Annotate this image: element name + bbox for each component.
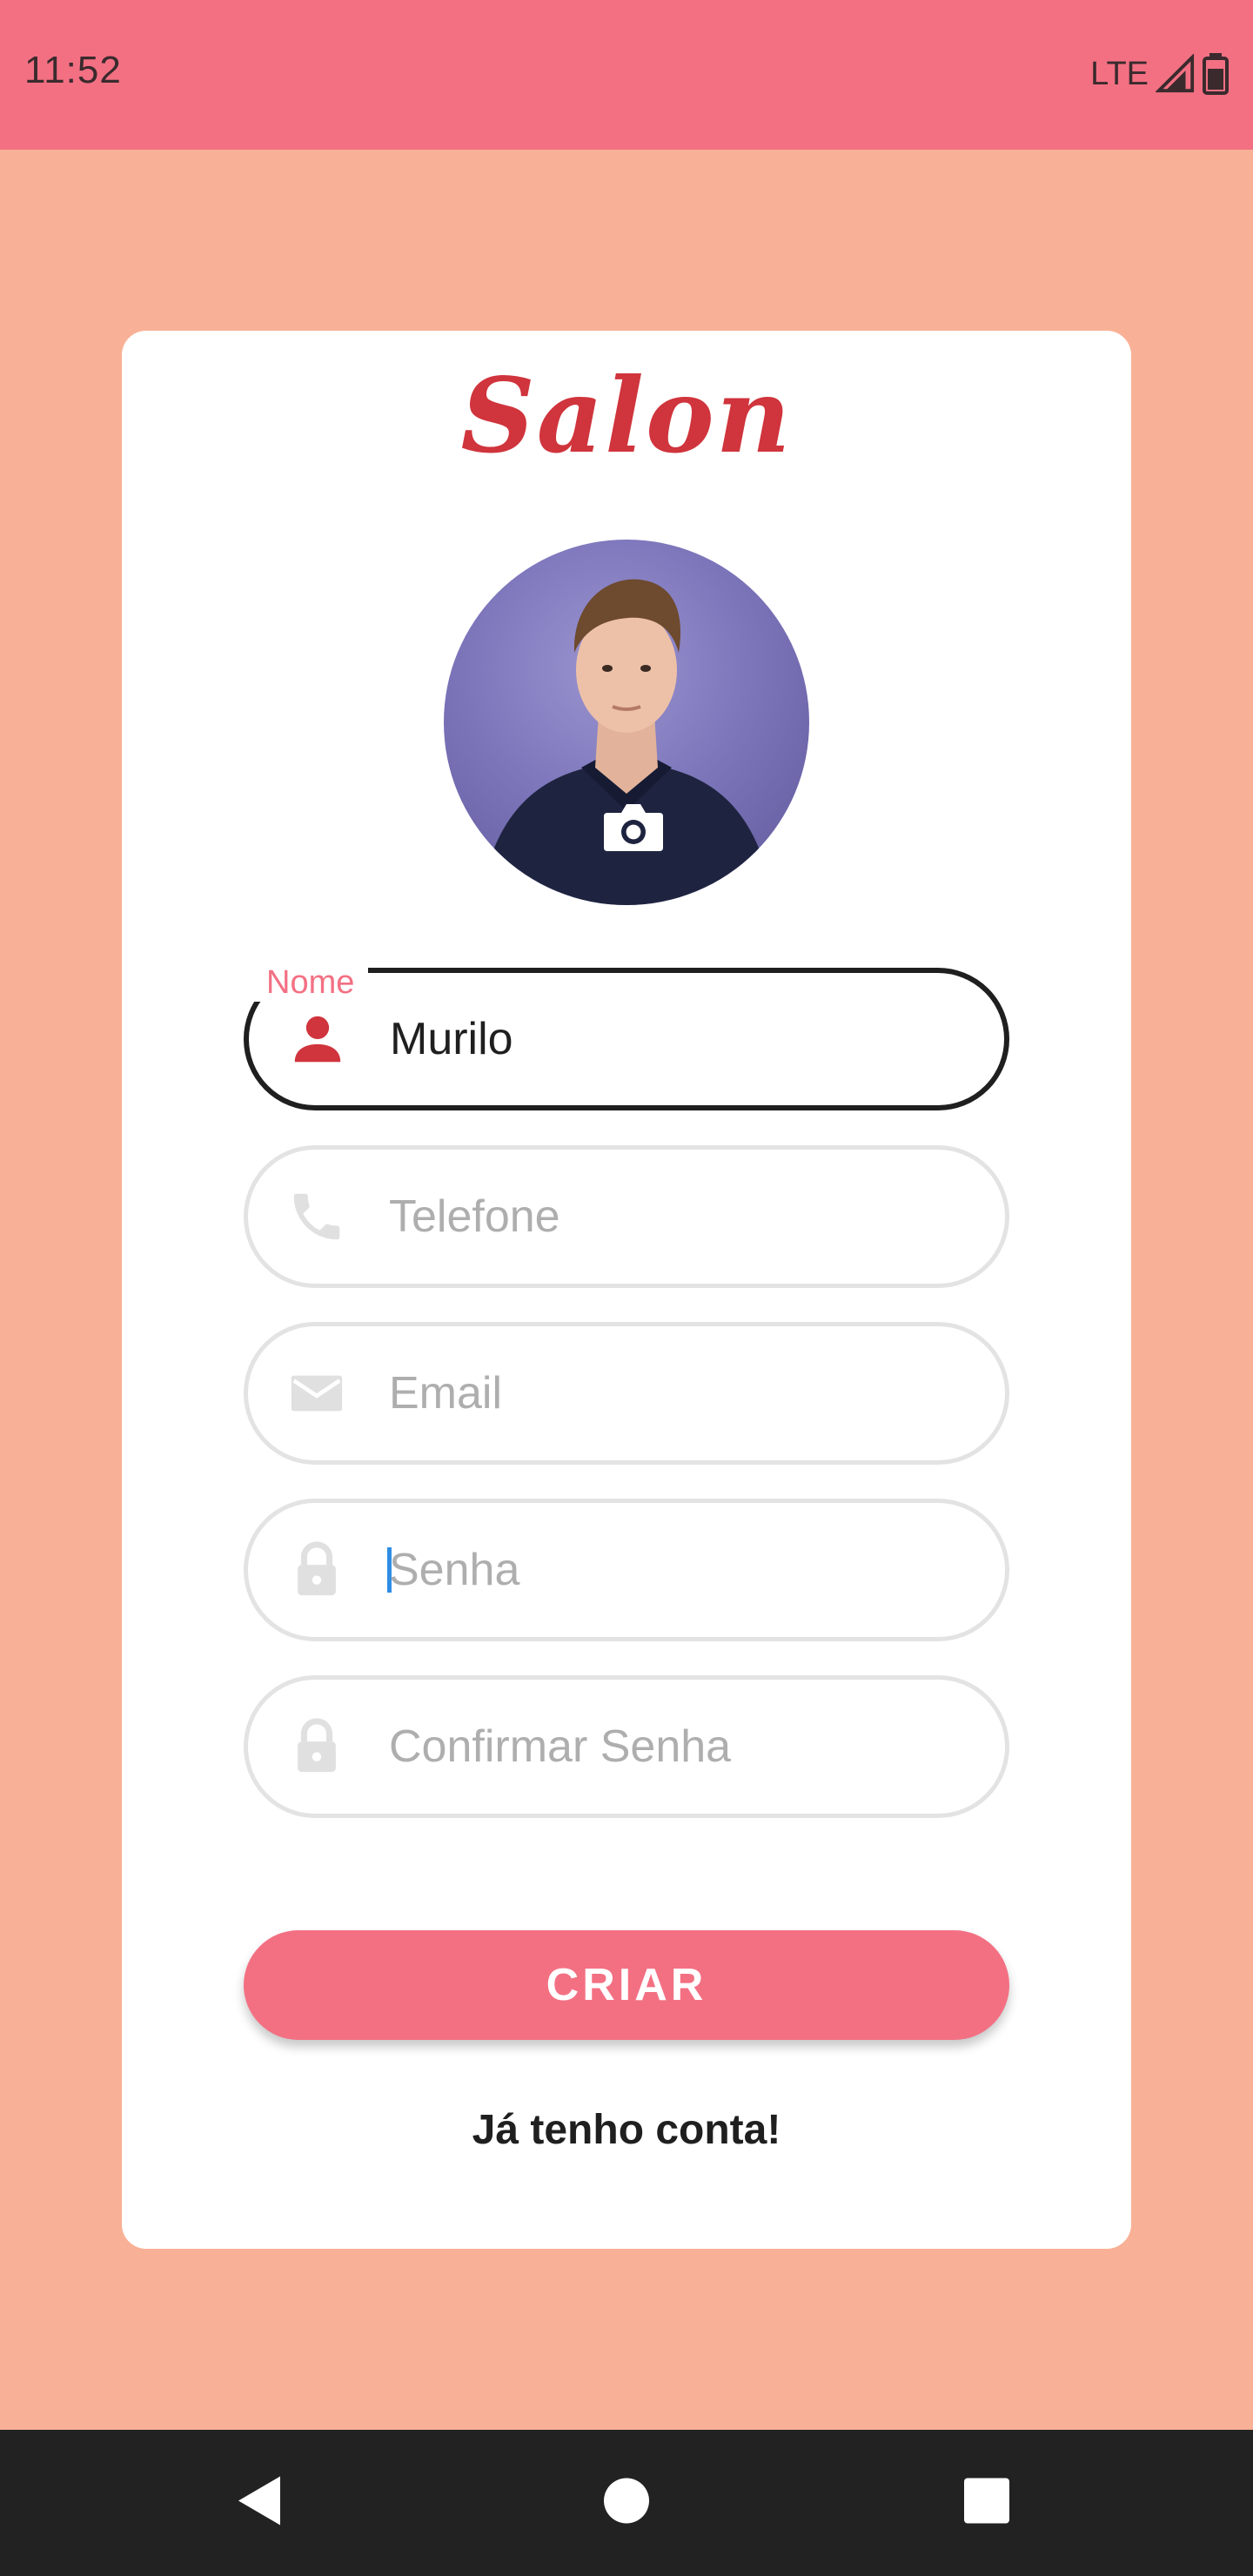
- status-bar: 11:52 LTE: [0, 0, 1253, 150]
- phone-placeholder: Telefone: [389, 1191, 560, 1242]
- name-field-label: Nome: [252, 964, 369, 1002]
- back-icon[interactable]: [235, 2475, 284, 2532]
- home-icon[interactable]: [602, 2477, 651, 2530]
- system-nav-bar: [0, 2430, 1253, 2576]
- status-time: 11:52: [24, 49, 122, 91]
- password-field[interactable]: Senha: [244, 1499, 1009, 1641]
- person-icon: [287, 1009, 348, 1070]
- lock-icon: [286, 1540, 347, 1600]
- recents-icon[interactable]: [964, 2478, 1009, 2528]
- brand-logo: Salon: [460, 355, 793, 476]
- email-placeholder: Email: [389, 1368, 503, 1419]
- signal-icon: [1156, 54, 1196, 94]
- phone-icon: [286, 1186, 347, 1247]
- battery-icon: [1203, 53, 1229, 95]
- phone-field[interactable]: Telefone: [244, 1145, 1009, 1288]
- confirm-password-field[interactable]: Confirmar Senha: [244, 1675, 1009, 1818]
- lock-icon: [286, 1716, 347, 1777]
- login-link[interactable]: Já tenho conta!: [122, 2106, 1131, 2154]
- password-placeholder: Senha: [389, 1545, 520, 1595]
- name-value: Murilo: [390, 1014, 513, 1064]
- status-indicators: LTE: [1090, 52, 1229, 96]
- create-account-button[interactable]: CRIAR: [244, 1930, 1009, 2040]
- confirm-password-placeholder: Confirmar Senha: [389, 1721, 732, 1772]
- mail-icon: [286, 1363, 347, 1424]
- camera-icon[interactable]: [602, 799, 665, 855]
- signup-card: Salon Murilo Nome Telefone Email Senha C…: [122, 331, 1131, 2249]
- email-field[interactable]: Email: [244, 1322, 1009, 1465]
- network-type: LTE: [1090, 55, 1149, 92]
